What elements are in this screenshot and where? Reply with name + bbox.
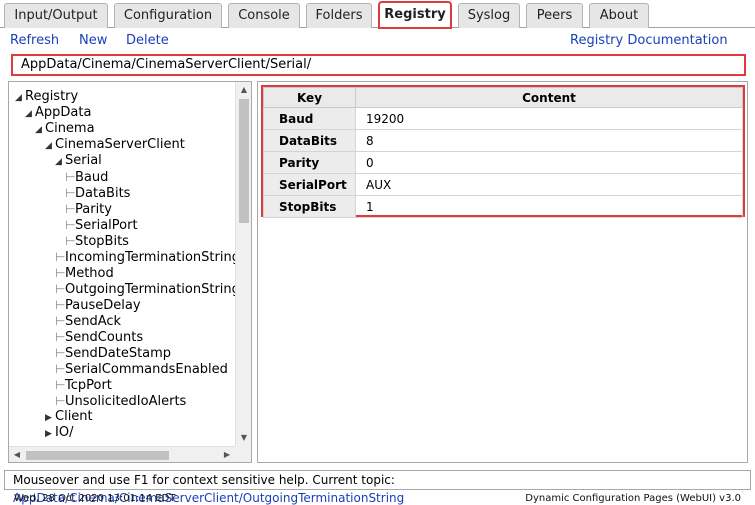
tree-node-cinema[interactable]: ◢ Cinema xyxy=(35,121,95,138)
row-key[interactable]: StopBits xyxy=(263,195,356,218)
row-value[interactable]: 8 xyxy=(355,129,743,152)
help-text: Mouseover and use F1 for context sensiti… xyxy=(13,473,395,487)
tree-horizontal-scrollbar[interactable]: ◀ ▶ xyxy=(9,446,235,462)
table-row[interactable]: Parity 0 xyxy=(263,151,743,174)
row-value[interactable]: AUX xyxy=(355,173,743,196)
registry-tree-panel: ◢ Registry ◢ AppData ◢ Cinema ◢ CinemaServer… xyxy=(8,81,252,463)
content-column-header[interactable]: Content xyxy=(355,87,743,108)
tree-node-client[interactable]: ▶ Client xyxy=(45,409,93,426)
action-bar: Refresh New Delete Registry Documentatio… xyxy=(0,32,755,50)
tree-leaf-tcpport[interactable]: ⊢TcpPort xyxy=(55,377,112,394)
registry-table-highlight: Key Content Baud 19200 DataBits 8 Parity… xyxy=(261,85,745,218)
collapsed-icon: ▶ xyxy=(45,413,52,423)
tree-leaf-stopbits[interactable]: ⊢StopBits xyxy=(65,233,129,250)
tree-leaf-baud[interactable]: ⊢Baud xyxy=(65,169,108,186)
footer: Wed, 28 Oct 2020 13:01:14 EDT Dynamic Co… xyxy=(0,492,755,505)
tree-leaf-sendack[interactable]: ⊢SendAck xyxy=(55,313,121,330)
tree-leaf-serialport[interactable]: ⊢SerialPort xyxy=(65,217,138,234)
registry-table: Key Content Baud 19200 DataBits 8 Parity… xyxy=(263,87,743,218)
tree-leaf-sendcounts[interactable]: ⊢SendCounts xyxy=(55,329,143,346)
scroll-up-icon[interactable]: ▲ xyxy=(236,82,251,98)
tree-vertical-scrollbar[interactable]: ▲ ▼ xyxy=(235,82,251,446)
vertical-scroll-thumb[interactable] xyxy=(239,99,249,223)
table-row[interactable]: Baud 19200 xyxy=(263,107,743,130)
tree-leaf-outgoingterminationstring[interactable]: ⊢OutgoingTerminationString xyxy=(55,281,235,298)
expanded-icon: ◢ xyxy=(55,157,62,167)
registry-path-field[interactable]: AppData/Cinema/CinemaServerClient/Serial… xyxy=(11,54,746,76)
tab-about[interactable]: About xyxy=(589,3,649,28)
tab-folders[interactable]: Folders xyxy=(306,3,372,28)
row-value[interactable]: 1 xyxy=(355,195,743,218)
new-link[interactable]: New xyxy=(79,32,107,50)
key-column-header[interactable]: Key xyxy=(263,87,356,108)
table-row[interactable]: DataBits 8 xyxy=(263,129,743,152)
help-bar: Mouseover and use F1 for context sensiti… xyxy=(4,470,751,505)
table-row[interactable]: StopBits 1 xyxy=(263,195,743,218)
tab-registry[interactable]: Registry xyxy=(378,1,452,29)
tab-peers[interactable]: Peers xyxy=(526,3,583,28)
tab-bar: Input/Output Configuration Console Folde… xyxy=(0,0,755,29)
tree-leaf-pausedelay[interactable]: ⊢PauseDelay xyxy=(55,297,141,314)
horizontal-scroll-thumb[interactable] xyxy=(26,451,169,460)
table-header-row: Key Content xyxy=(263,87,743,108)
delete-link[interactable]: Delete xyxy=(126,32,169,50)
tree-leaf-incomingterminationstring[interactable]: ⊢IncomingTerminationString xyxy=(55,249,235,266)
scrollbar-corner xyxy=(235,446,251,462)
tree-leaf-unsolicitedioalerts[interactable]: ⊢UnsolicitedIoAlerts xyxy=(55,393,186,410)
expanded-icon: ◢ xyxy=(25,109,32,119)
tab-configuration[interactable]: Configuration xyxy=(114,3,222,28)
tree-leaf-databits[interactable]: ⊢DataBits xyxy=(65,185,130,202)
registry-documentation-link[interactable]: Registry Documentation xyxy=(570,32,728,50)
tab-input-output[interactable]: Input/Output xyxy=(4,3,108,28)
scroll-down-icon[interactable]: ▼ xyxy=(236,430,251,446)
table-row[interactable]: SerialPort AUX xyxy=(263,173,743,196)
refresh-link[interactable]: Refresh xyxy=(10,32,59,50)
registry-tree: ◢ Registry ◢ AppData ◢ Cinema ◢ CinemaServer… xyxy=(9,82,235,446)
tree-leaf-senddatestamp[interactable]: ⊢SendDateStamp xyxy=(55,345,171,362)
expanded-icon: ◢ xyxy=(35,125,42,135)
row-key[interactable]: SerialPort xyxy=(263,173,356,196)
row-value[interactable]: 19200 xyxy=(355,107,743,130)
row-key[interactable]: DataBits xyxy=(263,129,356,152)
tree-leaf-parity[interactable]: ⊢Parity xyxy=(65,201,112,218)
tree-node-serial[interactable]: ◢ Serial xyxy=(55,153,102,170)
tree-node-cinemaserverclient[interactable]: ◢ CinemaServerClient xyxy=(45,137,185,154)
tree-node-appdata[interactable]: ◢ AppData xyxy=(25,105,91,122)
tree-leaf-method[interactable]: ⊢Method xyxy=(55,265,114,282)
footer-datetime: Wed, 28 Oct 2020 13:01:14 EDT xyxy=(14,493,176,504)
scroll-left-icon[interactable]: ◀ xyxy=(9,447,25,462)
scroll-right-icon[interactable]: ▶ xyxy=(219,447,235,462)
row-key[interactable]: Baud xyxy=(263,107,356,130)
tree-leaf-serialcommandsenabled[interactable]: ⊢SerialCommandsEnabled xyxy=(55,361,228,378)
tree-node-registry[interactable]: ◢ Registry xyxy=(15,89,78,106)
collapsed-icon: ▶ xyxy=(45,429,52,439)
registry-content-panel: Key Content Baud 19200 DataBits 8 Parity… xyxy=(257,81,748,463)
row-key[interactable]: Parity xyxy=(263,151,356,174)
footer-version: Dynamic Configuration Pages (WebUI) v3.0 xyxy=(525,493,741,504)
tree-node-io[interactable]: ▶ IO/ xyxy=(45,425,73,442)
tab-console[interactable]: Console xyxy=(228,3,300,28)
tab-syslog[interactable]: Syslog xyxy=(458,3,520,28)
row-value[interactable]: 0 xyxy=(355,151,743,174)
expanded-icon: ◢ xyxy=(45,141,52,151)
expanded-icon: ◢ xyxy=(15,93,22,103)
